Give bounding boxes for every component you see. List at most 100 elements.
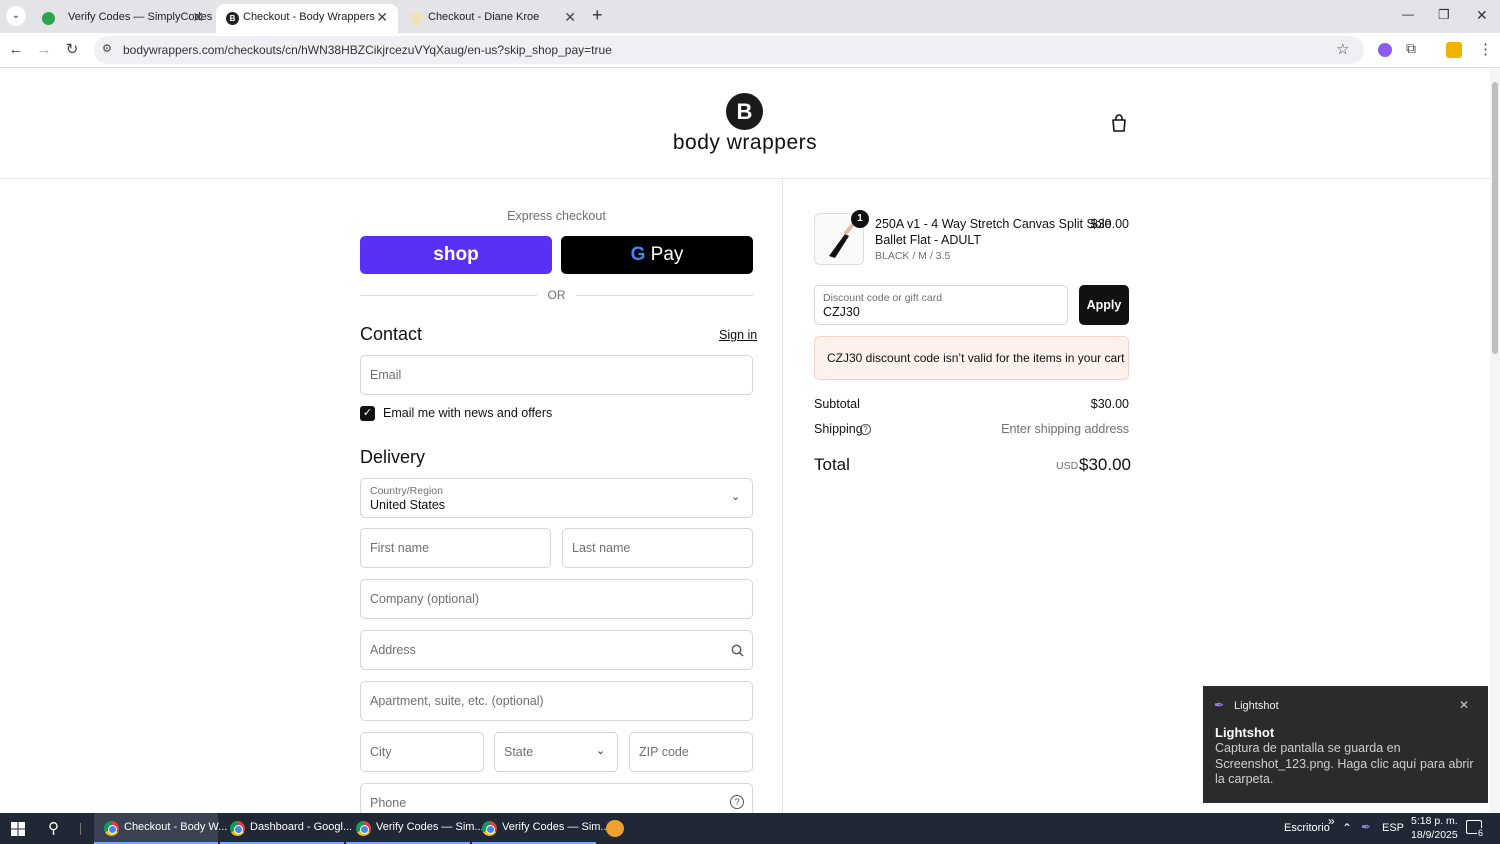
tab-checkout-body-wrappers[interactable]: B Checkout - Body Wrappers ✕ [216,4,398,33]
chrome-icon [104,821,119,836]
lightshot-tray-icon[interactable]: ✒ [1361,820,1371,834]
help-circle-icon[interactable]: ? [730,795,744,809]
tray-expand-icon[interactable]: ⌃ [1342,821,1352,835]
profile-avatar-icon[interactable] [1446,42,1462,58]
google-pay-button[interactable]: G Pay [561,236,753,274]
tab-verify-codes[interactable]: Verify Codes — SimplyCodes ✕ [28,4,214,33]
phone-placeholder: Phone [370,796,407,810]
chrome-icon [230,821,245,836]
taskbar-item-label: Checkout - Body W... [124,821,228,833]
tab-close-icon[interactable]: ✕ [376,9,388,26]
or-label: OR [547,288,566,302]
notification-count-badge: 6 [1477,828,1485,838]
apartment-placeholder: Apartment, suite, etc. (optional) [370,694,544,708]
sign-in-link[interactable]: Sign in [719,328,757,342]
windows-start-icon[interactable] [11,822,25,836]
pinned-app-icon[interactable] [606,820,624,837]
restore-button[interactable]: ❐ [1438,7,1450,23]
shopping-bag-icon[interactable] [1111,114,1127,132]
toolbar-chevron-icon[interactable]: » [1328,814,1335,828]
taskbar-item-label: Dashboard - Googl... [250,821,353,833]
state-placeholder: State [504,745,534,759]
total-value: $30.00 [1079,455,1131,474]
scrollbar-thumb[interactable] [1492,82,1498,354]
shop-pay-label: shop [433,244,479,265]
discount-code-field[interactable]: Discount code or gift card CZJ30 [814,285,1068,325]
extensions-puzzle-icon[interactable]: ⧉ [1406,40,1416,57]
toast-title: Lightshot [1215,725,1275,740]
country-select[interactable]: Country/Region United States ⌄ [360,478,753,518]
shop-pay-button[interactable]: shop [360,236,552,274]
lightshot-notification[interactable]: ✒ Lightshot ✕ Lightshot Captura de panta… [1203,686,1488,803]
product-name-line2: Ballet Flat - ADULT [875,233,982,247]
taskbar-item-dashboard[interactable]: Dashboard - Googl... [220,813,352,844]
google-pay-label: Pay [650,244,684,265]
newsletter-label[interactable]: Email me with news and offers [383,406,552,420]
reload-icon[interactable]: ↻ [62,40,82,60]
country-label: Country/Region [370,485,443,497]
discount-value: CZJ30 [823,305,860,319]
discount-error-banner: CZJ30 discount code isn’t valid for the … [814,336,1129,380]
bookmark-star-icon[interactable]: ☆ [1336,40,1349,58]
clock-time[interactable]: 5:18 p. m. [1411,815,1458,827]
company-field[interactable]: Company (optional) [360,579,753,619]
address-bar[interactable]: ⚙ bodywrappers.com/checkouts/cn/hWN38HBZ… [94,36,1364,64]
shipping-help-icon[interactable]: ? [860,424,871,435]
city-field[interactable]: City [360,732,484,772]
site-info-icon[interactable]: ⚙ [102,42,112,55]
clock-date[interactable]: 18/9/2025 [1411,829,1458,841]
browser-menu-icon[interactable]: ⋮ [1478,40,1493,58]
first-name-field[interactable]: First name [360,528,551,568]
tab-search-chevron-icon[interactable]: ⌄ [6,6,26,26]
taskbar-item-verify-codes-2[interactable]: Verify Codes — Sim... [472,813,610,844]
taskbar-item-checkout[interactable]: Checkout - Body W... [94,813,227,844]
country-value: United States [370,498,446,512]
zip-field[interactable]: ZIP code [629,732,753,772]
toast-app-name: Lightshot [1234,700,1279,712]
tab-close-icon[interactable]: ✕ [192,9,204,26]
apply-button[interactable]: Apply [1079,285,1129,325]
desktop-toolbar-label[interactable]: Escritorio [1284,822,1330,834]
apartment-field[interactable]: Apartment, suite, etc. (optional) [360,681,753,721]
search-icon [731,644,744,657]
tab-close-icon[interactable]: ✕ [564,9,576,26]
tab-checkout-diane-kroe[interactable]: Checkout - Diane Kroe ✕ [400,4,586,33]
last-name-placeholder: Last name [572,541,631,555]
discount-label: Discount code or gift card [823,292,943,304]
or-divider-right [576,295,753,296]
minimize-button[interactable]: — [1402,7,1414,21]
back-arrow-icon[interactable]: ← [6,40,26,60]
total-label: Total [814,455,850,474]
extension-purple-icon[interactable] [1378,43,1392,57]
brand-logo-icon[interactable]: B [726,93,763,130]
url-text[interactable]: bodywrappers.com/checkouts/cn/hWN38HBZCi… [123,43,612,57]
newsletter-checkbox[interactable]: ✓ [360,406,375,421]
address-placeholder: Address [370,643,416,657]
forward-arrow-icon[interactable]: → [34,40,54,60]
toast-message: Captura de pantalla se guarda en Screens… [1215,741,1474,786]
language-indicator[interactable]: ESP [1382,822,1404,834]
tab-title: Verify Codes — SimplyCodes [68,11,213,23]
phone-field[interactable]: Phone ? [360,783,753,813]
toast-close-icon[interactable]: ✕ [1459,698,1469,712]
tab-title: Checkout - Body Wrappers [243,11,375,23]
diane-kroe-favicon-icon [410,12,423,25]
product-variant: BLACK / M / 3.5 [875,250,951,262]
browser-tab-strip: ⌄ Verify Codes — SimplyCodes ✕ B Checkou… [0,0,1500,33]
product-price: $30.00 [1090,217,1129,231]
address-field[interactable]: Address [360,630,753,670]
body-wrappers-favicon-icon: B [226,12,239,25]
new-tab-button[interactable]: + [592,5,603,26]
state-select[interactable]: State ⌄ [494,732,618,772]
express-checkout-title: Express checkout [507,209,606,223]
brand-name[interactable]: body wrappers [670,131,820,155]
close-window-button[interactable]: ✕ [1476,7,1488,24]
taskbar-item-verify-codes-1[interactable]: Verify Codes — Sim... [346,813,484,844]
email-placeholder: Email [370,368,402,382]
search-icon[interactable]: ⚲ [48,819,59,837]
email-field[interactable]: Email [360,355,753,395]
last-name-field[interactable]: Last name [562,528,753,568]
chevron-down-icon: ⌄ [731,491,741,503]
tab-title: Checkout - Diane Kroe [428,11,540,23]
chevron-down-icon: ⌄ [596,745,606,757]
